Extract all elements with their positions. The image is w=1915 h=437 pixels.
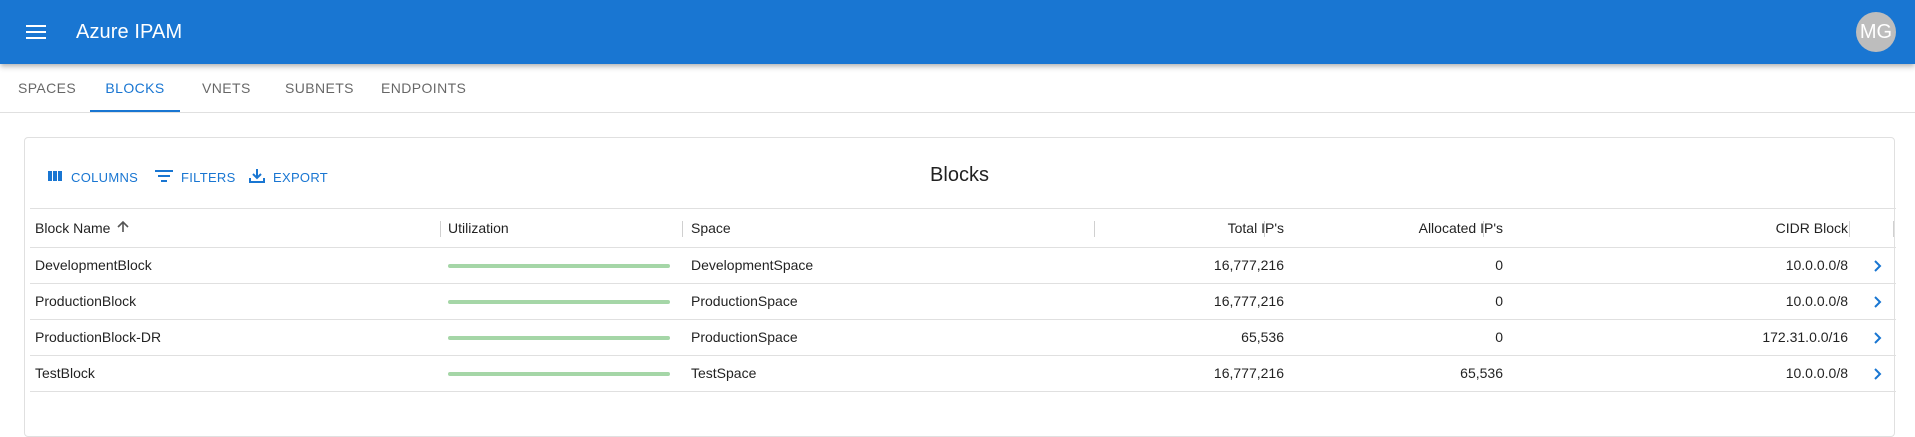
chevron-right-icon[interactable] <box>1866 326 1890 350</box>
column-header-total-ips[interactable]: Total IP's <box>1100 209 1284 247</box>
total-ips-cell: 16,777,216 <box>1213 257 1284 273</box>
active-tab-indicator <box>90 110 180 112</box>
column-header-label: Block Name <box>35 220 111 236</box>
space-cell: ProductionSpace <box>691 329 798 345</box>
space-cell: ProductionSpace <box>691 293 798 309</box>
tab-subnets[interactable]: SUBNETS <box>285 64 354 112</box>
column-header-utilization[interactable]: Utilization <box>448 209 509 247</box>
block-name-cell: DevelopmentBlock <box>35 257 152 273</box>
space-cell: TestSpace <box>691 365 757 381</box>
cidr-block-cell: 10.0.0.0/8 <box>1785 257 1848 273</box>
chevron-right-icon[interactable] <box>1866 290 1890 314</box>
table-row[interactable]: TestBlock TestSpace 16,777,216 65,536 10… <box>30 356 1896 392</box>
column-separator[interactable] <box>1094 221 1095 237</box>
user-avatar[interactable]: MG <box>1856 12 1896 52</box>
table-row[interactable]: ProductionBlock ProductionSpace 16,777,2… <box>30 284 1896 320</box>
nav-tabs: SPACES BLOCKS VNETS SUBNETS ENDPOINTS <box>0 64 1915 113</box>
space-cell: DevelopmentSpace <box>691 257 814 273</box>
utilization-bar <box>448 264 670 268</box>
tab-vnets[interactable]: VNETS <box>202 64 250 112</box>
app-bar: Azure IPAM MG <box>0 0 1915 64</box>
chevron-right-icon[interactable] <box>1866 362 1890 386</box>
chevron-right-icon[interactable] <box>1866 254 1890 278</box>
utilization-bar <box>448 336 670 340</box>
column-separator[interactable] <box>682 221 683 237</box>
sort-ascending-icon[interactable] <box>116 210 130 248</box>
tab-spaces[interactable]: SPACES <box>18 64 76 112</box>
app-title: Azure IPAM <box>76 21 183 43</box>
column-header-space[interactable]: Space <box>691 209 731 247</box>
block-name-cell: ProductionBlock-DR <box>35 329 162 345</box>
block-name-cell: ProductionBlock <box>35 293 137 309</box>
allocated-ips-cell: 0 <box>1495 293 1503 309</box>
utilization-bar <box>448 372 670 376</box>
block-name-cell: TestBlock <box>35 365 95 381</box>
column-separator[interactable] <box>440 221 441 237</box>
allocated-ips-cell: 65,536 <box>1460 365 1503 381</box>
column-separator[interactable] <box>1483 221 1484 237</box>
column-header-row: Block Name Utilization Space Total IP's … <box>30 208 1896 248</box>
column-header-block-name[interactable]: Block Name <box>35 209 130 247</box>
column-header-cidr-block[interactable]: CIDR Block <box>1490 209 1848 247</box>
column-separator[interactable] <box>1893 221 1894 237</box>
total-ips-cell: 16,777,216 <box>1213 365 1284 381</box>
cidr-block-cell: 10.0.0.0/8 <box>1785 365 1848 381</box>
cidr-block-cell: 172.31.0.0/16 <box>1762 329 1848 345</box>
cidr-block-cell: 10.0.0.0/8 <box>1785 293 1848 309</box>
tab-blocks[interactable]: BLOCKS <box>90 64 180 112</box>
column-separator[interactable] <box>1849 221 1850 237</box>
utilization-bar <box>448 300 670 304</box>
allocated-ips-cell: 0 <box>1495 329 1503 345</box>
blocks-grid: COLUMNS FILTERS EXPORT Blocks Block Name… <box>24 137 1896 437</box>
total-ips-cell: 65,536 <box>1241 329 1284 345</box>
total-ips-cell: 16,777,216 <box>1213 293 1284 309</box>
column-header-allocated-ips[interactable]: Allocated IP's <box>1270 209 1503 247</box>
allocated-ips-cell: 0 <box>1495 257 1503 273</box>
tab-endpoints[interactable]: ENDPOINTS <box>381 64 466 112</box>
grid-title: Blocks <box>930 164 989 186</box>
column-separator[interactable] <box>1264 221 1265 237</box>
hamburger-menu-icon[interactable] <box>20 16 52 48</box>
table-row[interactable]: DevelopmentBlock DevelopmentSpace 16,777… <box>30 248 1896 284</box>
table-row[interactable]: ProductionBlock-DR ProductionSpace 65,53… <box>30 320 1896 356</box>
